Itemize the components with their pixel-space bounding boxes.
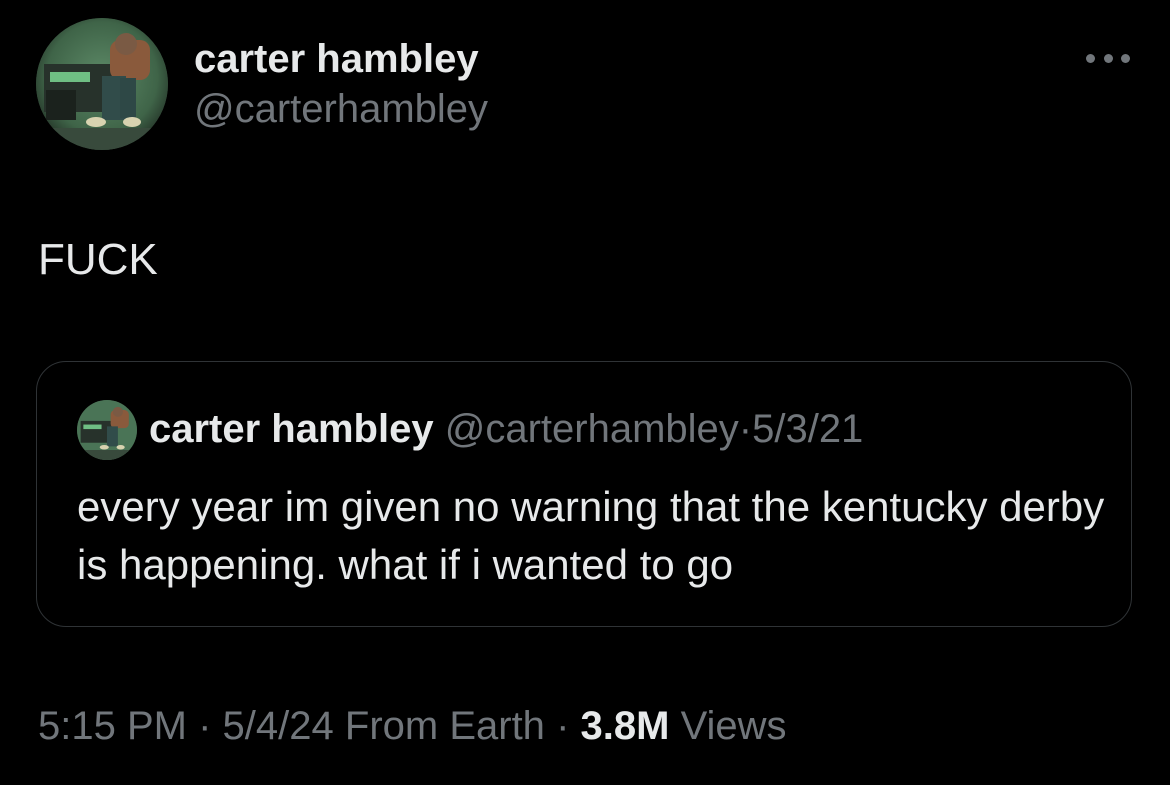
tweet: carter hambley @carterhambley FUCK carte… <box>0 0 1170 785</box>
tweet-meta: 5:15 PM · 5/4/24 From Earth · 3.8M Views <box>38 698 787 754</box>
quoted-tweet[interactable]: carter hambley @carterhambley·5/3/21 eve… <box>36 361 1132 627</box>
quoted-author-display-name[interactable]: carter hambley <box>149 407 434 451</box>
meta-separator: · <box>556 704 570 748</box>
quoted-tweet-header: carter hambley @carterhambley·5/3/21 <box>149 404 863 454</box>
views-label: Views <box>680 704 787 748</box>
author-info: carter hambley @carterhambley <box>194 34 488 134</box>
author-handle[interactable]: @carterhambley <box>194 84 488 134</box>
profile-photo-icon <box>36 18 168 150</box>
meta-separator: · <box>198 704 212 748</box>
quoted-tweet-text: every year im given no warning that the … <box>77 483 1105 588</box>
author-avatar[interactable] <box>36 18 168 150</box>
profile-photo-icon <box>77 400 137 460</box>
ellipsis-icon <box>1121 53 1130 63</box>
quoted-author-handle[interactable]: @carterhambley <box>445 407 739 451</box>
views-count[interactable]: 3.8M <box>581 704 670 748</box>
ellipsis-icon <box>1103 53 1113 63</box>
quoted-separator: · <box>738 407 753 451</box>
tweet-source: From Earth <box>344 704 545 748</box>
author-display-name[interactable]: carter hambley <box>194 34 488 84</box>
quoted-author-avatar[interactable] <box>77 400 137 460</box>
tweet-text: FUCK <box>38 235 158 284</box>
more-options-button[interactable] <box>1086 46 1130 70</box>
ellipsis-icon <box>1086 53 1095 63</box>
quoted-tweet-date[interactable]: 5/3/21 <box>752 407 863 451</box>
tweet-date[interactable]: 5/4/24 <box>223 704 334 748</box>
tweet-time[interactable]: 5:15 PM <box>38 704 187 748</box>
